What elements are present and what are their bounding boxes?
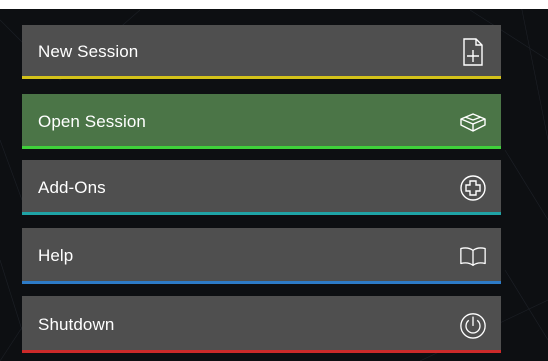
main-menu: New Session Open Session Add-Ons Help Sh…	[0, 0, 548, 361]
menu-item-add-ons[interactable]: Add-Ons	[22, 160, 501, 215]
menu-item-label: Add-Ons	[38, 177, 106, 197]
menu-item-accent-bar	[22, 76, 501, 79]
window-top-edge	[0, 0, 548, 9]
power-icon	[459, 311, 487, 339]
menu-item-shutdown[interactable]: Shutdown	[22, 296, 501, 353]
menu-item-open-session[interactable]: Open Session	[22, 94, 501, 149]
menu-item-new-session[interactable]: New Session	[22, 25, 501, 79]
menu-item-label: Help	[38, 246, 74, 265]
new-document-icon	[459, 38, 487, 66]
menu-item-help[interactable]: Help	[22, 228, 501, 284]
plus-circle-icon	[459, 174, 487, 202]
menu-item-label: Open Session	[38, 111, 146, 131]
menu-item-label: New Session	[38, 42, 139, 61]
menu-item-accent-bar	[22, 212, 501, 215]
menu-item-accent-bar	[22, 146, 501, 149]
menu-item-accent-bar	[22, 350, 501, 353]
menu-item-accent-bar	[22, 281, 501, 284]
menu-item-label: Shutdown	[38, 314, 115, 334]
open-book-icon	[459, 242, 487, 270]
open-box-icon	[459, 108, 487, 136]
